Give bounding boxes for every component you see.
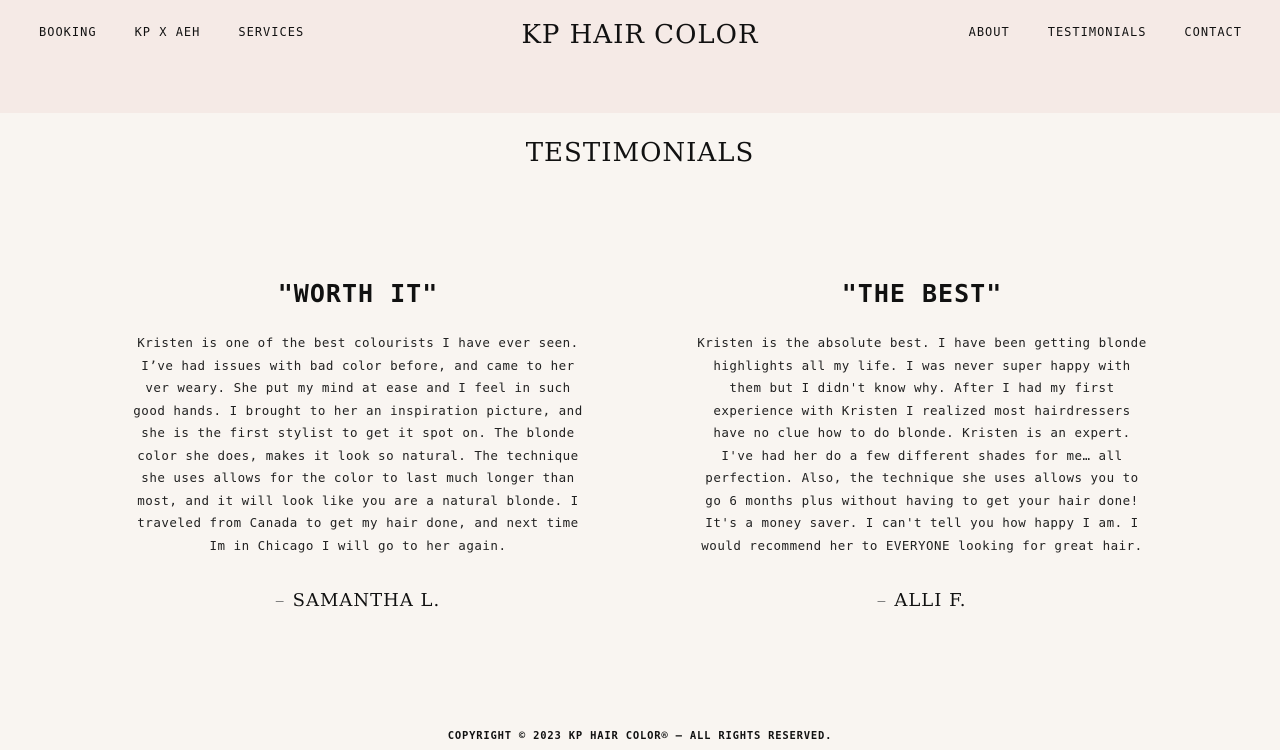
testimonial-body: Kristen is one of the best colourists I …: [133, 335, 583, 553]
site-header: BOOKING KP X AEH SERVICES KP HAIR COLOR …: [0, 0, 1280, 113]
testimonial-body: Kristen is the absolute best. I have bee…: [697, 335, 1147, 553]
testimonial-author-line: – ALLI F.: [697, 590, 1147, 611]
testimonial-author-line: – SAMANTHA L.: [133, 590, 583, 611]
author-dash: –: [275, 594, 285, 609]
page-title: TESTIMONIALS: [525, 138, 755, 168]
footer-copyright: COPYRIGHT © 2023 KP HAIR COLOR® — ALL RI…: [447, 730, 833, 742]
testimonial-card: "THE BEST" Kristen is the absolute best.…: [697, 278, 1147, 611]
nav-link-testimonials[interactable]: TESTIMONIALS: [1048, 25, 1147, 39]
nav-link-about[interactable]: ABOUT: [969, 25, 1010, 39]
testimonial-author: SAMANTHA L.: [292, 590, 441, 611]
nav-link-contact[interactable]: CONTACT: [1184, 25, 1242, 39]
author-dash: –: [877, 594, 887, 609]
testimonial-heading: "THE BEST": [841, 279, 1003, 308]
testimonial-heading: "WORTH IT": [277, 279, 439, 308]
testimonial-author: ALLI F.: [894, 590, 967, 611]
testimonial-card: "WORTH IT" Kristen is one of the best co…: [133, 278, 583, 611]
nav-right: ABOUT TESTIMONIALS CONTACT: [969, 25, 1242, 39]
